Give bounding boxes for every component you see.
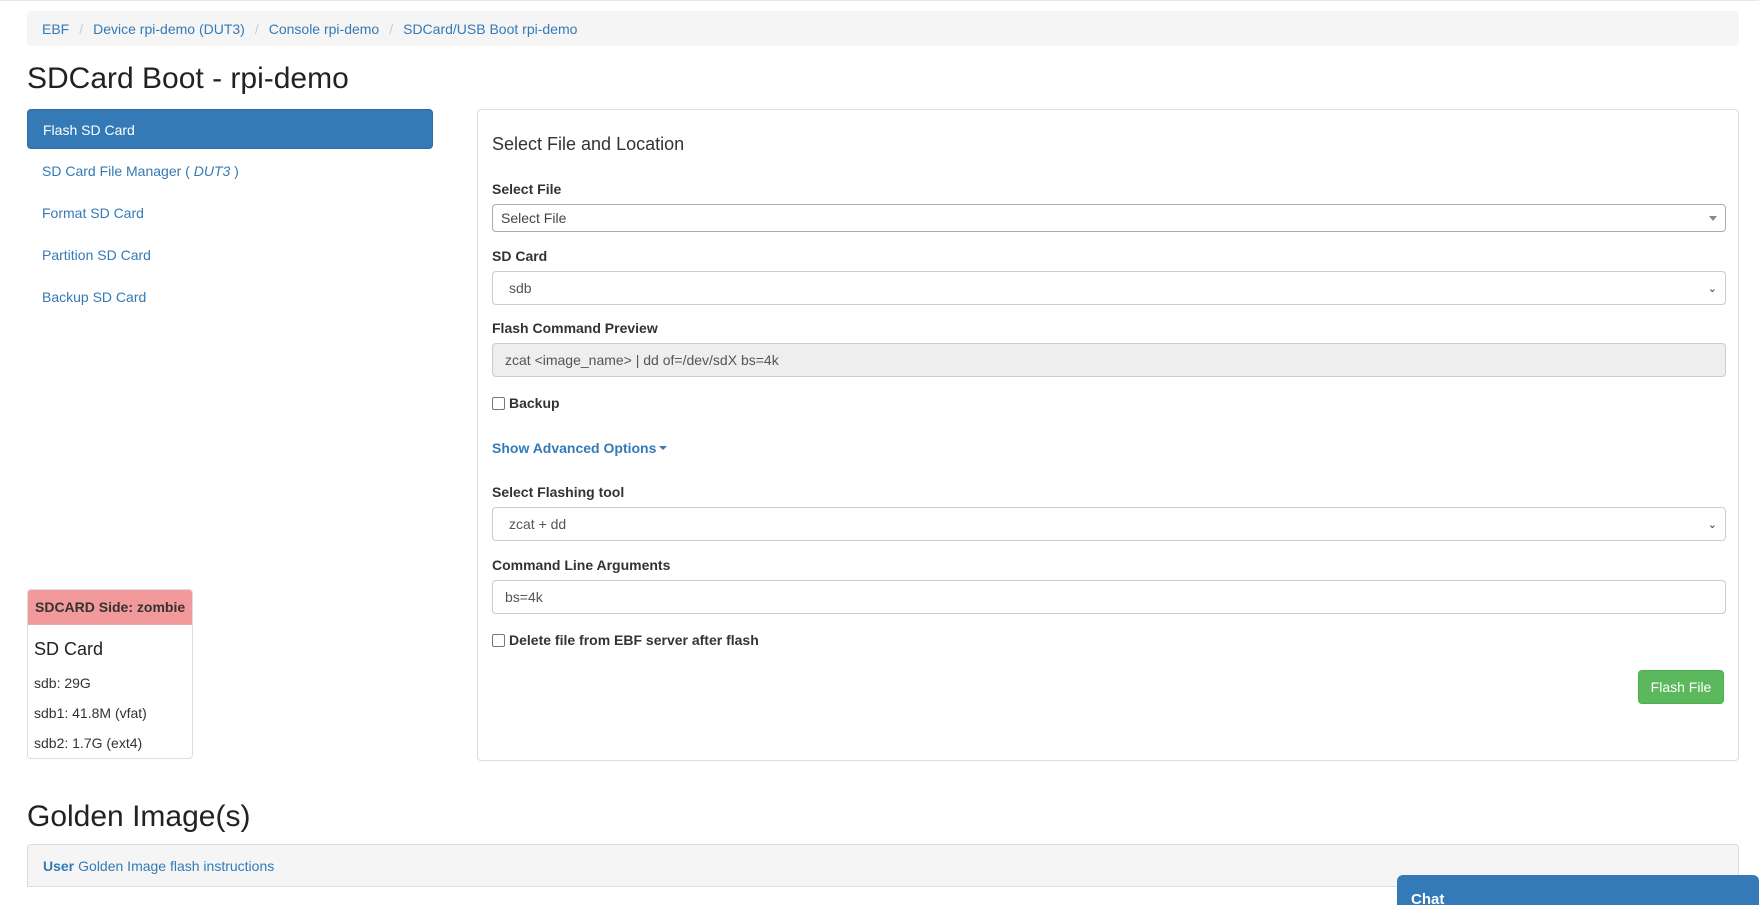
- dropdown-arrow-icon: [1709, 216, 1717, 221]
- page-title: SDCard Boot - rpi-demo: [27, 62, 349, 95]
- sd-card-value: sdb: [509, 280, 532, 296]
- sd-status-panel: SDCARD Side: zombie SD Card sdb: 29G sdb…: [27, 589, 193, 759]
- breadcrumb-device[interactable]: Device rpi-demo (DUT3): [93, 21, 245, 37]
- cmd-args-value: bs=4k: [505, 589, 543, 605]
- backup-option: Backup: [492, 395, 560, 411]
- delete-after-flash-option: Delete file from EBF server after flash: [492, 632, 759, 648]
- chat-widget-tab[interactable]: Chat: [1397, 875, 1759, 905]
- flash-command-preview-value: zcat <image_name> | dd of=/dev/sdX bs=4k: [505, 352, 779, 368]
- sidebar-item-flash-sd-card[interactable]: Flash SD Card: [27, 109, 433, 149]
- sidebar-item-sd-card-file-manager[interactable]: SD Card File Manager ( DUT3 ): [27, 151, 433, 191]
- advanced-options-label: Show Advanced Options: [492, 440, 657, 456]
- delete-after-flash-checkbox[interactable]: [492, 633, 505, 647]
- section-title: Select File and Location: [492, 134, 685, 154]
- breadcrumb-ebf[interactable]: EBF: [42, 21, 69, 37]
- sd-status-heading: SDCARD Side: zombie: [28, 590, 192, 625]
- cmd-args-label: Command Line Arguments: [492, 557, 671, 573]
- flashing-tool-select[interactable]: zcat + dd ⌄: [492, 507, 1726, 541]
- backup-checkbox[interactable]: [492, 396, 505, 410]
- breadcrumb: EBF / Device rpi-demo (DUT3) / Console r…: [27, 11, 1739, 46]
- breadcrumb-separator: /: [389, 20, 394, 37]
- caret-down-icon: [659, 446, 668, 450]
- sd-device-line: sdb: 29G: [34, 675, 91, 691]
- sd-partition-line: sdb1: 41.8M (vfat): [34, 705, 147, 721]
- golden-image-user-label: User: [43, 857, 75, 874]
- sidebar-item-partition-sd-card[interactable]: Partition SD Card: [27, 235, 433, 275]
- sidebar-item-label: ): [230, 163, 239, 179]
- breadcrumb-sdcard-boot[interactable]: SDCard/USB Boot rpi-demo: [403, 21, 577, 37]
- sd-status-title: SD Card: [34, 639, 104, 659]
- select-file-dropdown[interactable]: Select File: [492, 204, 1726, 232]
- chevron-down-icon: ⌄: [1707, 519, 1717, 531]
- sidebar-item-format-sd-card[interactable]: Format SD Card: [27, 193, 433, 233]
- golden-images-title: Golden Image(s): [27, 800, 251, 833]
- top-border: [0, 0, 1759, 1]
- flash-file-button[interactable]: Flash File: [1638, 670, 1724, 704]
- sidebar-item-backup-sd-card[interactable]: Backup SD Card: [27, 277, 433, 317]
- flash-form-panel: Select File and Location Select File Sel…: [477, 109, 1739, 761]
- breadcrumb-separator: /: [254, 20, 259, 37]
- backup-label: Backup: [509, 395, 560, 411]
- sidebar-item-label: SD Card File Manager (: [42, 163, 194, 179]
- sidebar-nav: Flash SD Card SD Card File Manager ( DUT…: [27, 109, 433, 319]
- golden-image-instructions-text: Golden Image flash instructions: [78, 857, 275, 874]
- breadcrumb-console[interactable]: Console rpi-demo: [269, 21, 380, 37]
- sd-status-body: SD Card sdb: 29G sdb1: 41.8M (vfat) sdb2…: [28, 625, 192, 758]
- sd-card-label: SD Card: [492, 248, 548, 264]
- chat-label: Chat: [1411, 891, 1445, 905]
- select-file-value: Select File: [501, 210, 567, 226]
- flash-command-preview-field: zcat <image_name> | dd of=/dev/sdX bs=4k: [492, 343, 1726, 377]
- flashing-tool-label: Select Flashing tool: [492, 484, 625, 500]
- sd-card-select[interactable]: sdb ⌄: [492, 271, 1726, 305]
- show-advanced-options-link[interactable]: Show Advanced Options: [492, 440, 668, 456]
- breadcrumb-separator: /: [79, 20, 84, 37]
- chevron-down-icon: ⌄: [1707, 283, 1717, 295]
- sidebar-item-device-id: DUT3: [193, 163, 231, 179]
- select-file-label: Select File: [492, 181, 562, 197]
- flash-command-preview-label: Flash Command Preview: [492, 320, 658, 336]
- sd-partition-line: sdb2: 1.7G (ext4): [34, 735, 143, 751]
- flashing-tool-value: zcat + dd: [509, 516, 567, 532]
- golden-image-instructions-link[interactable]: User Golden Image flash instructions: [43, 858, 274, 874]
- delete-after-flash-label: Delete file from EBF server after flash: [509, 632, 759, 648]
- cmd-args-input[interactable]: bs=4k: [492, 580, 1726, 614]
